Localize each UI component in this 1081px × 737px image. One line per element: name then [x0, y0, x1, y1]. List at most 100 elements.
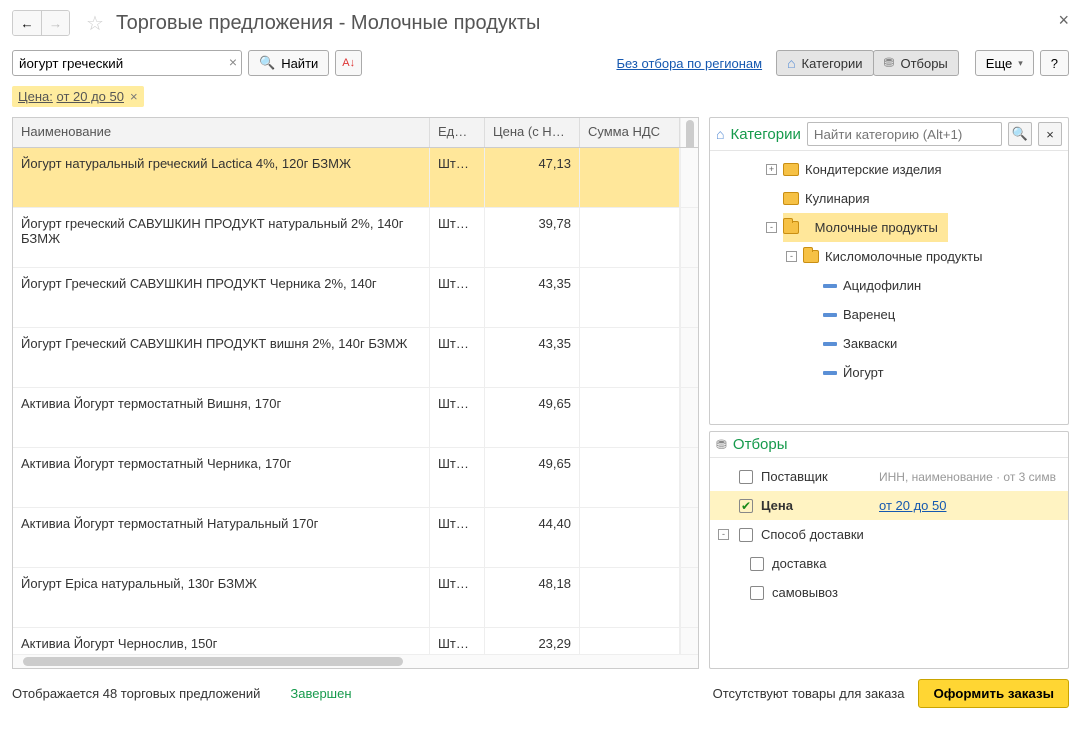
cell-price: 49,65	[485, 448, 580, 507]
cell-vat	[580, 208, 680, 267]
col-name[interactable]: Наименование	[13, 118, 430, 147]
horizontal-scrollbar[interactable]	[13, 654, 698, 668]
expand-icon[interactable]: -	[786, 251, 797, 262]
filter-row[interactable]: Ценаот 20 до 50	[710, 491, 1068, 520]
cell-price: 39,78	[485, 208, 580, 267]
item-icon	[823, 342, 837, 346]
grid-header: Наименование Ед… Цена (с НД… Сумма НДС	[13, 118, 698, 148]
cell-name: Активиа Йогурт Чернослив, 150г	[13, 628, 430, 654]
col-unit[interactable]: Ед…	[430, 118, 485, 147]
status-text: Завершен	[290, 686, 351, 701]
cell-name: Активиа Йогурт термостатный Вишня, 170г	[13, 388, 430, 447]
tree-item[interactable]: Ацидофилин	[710, 271, 1068, 300]
vertical-scrollbar[interactable]	[680, 118, 698, 147]
table-row[interactable]: Йогурт греческий САВУШКИН ПРОДУКТ натура…	[13, 208, 698, 268]
item-icon	[823, 284, 837, 288]
table-row[interactable]: Йогурт Греческий САВУШКИН ПРОДУКТ Черник…	[13, 268, 698, 328]
col-price[interactable]: Цена (с НД…	[485, 118, 580, 147]
cell-name: Йогурт греческий САВУШКИН ПРОДУКТ натура…	[13, 208, 430, 267]
folder-icon	[783, 221, 799, 234]
table-row[interactable]: Активиа Йогурт Чернослив, 150гШт…23,29	[13, 628, 698, 654]
checkbox[interactable]	[739, 528, 753, 542]
toggle-categories[interactable]: ⌂ Категории	[776, 50, 873, 76]
favorite-icon[interactable]: ☆	[86, 11, 104, 36]
tree-item[interactable]: -Кисломолочные продукты	[710, 242, 1068, 271]
cell-vat	[580, 268, 680, 327]
table-row[interactable]: Йогурт Греческий САВУШКИН ПРОДУКТ вишня …	[13, 328, 698, 388]
place-orders-button[interactable]: Оформить заказы	[918, 679, 1069, 708]
table-row[interactable]: Йогурт Epica натуральный, 130г БЗМЖШт…48…	[13, 568, 698, 628]
tree-item[interactable]: Варенец	[710, 300, 1068, 329]
active-filter-chip[interactable]: Цена: от 20 до 50 ×	[12, 86, 144, 107]
back-button[interactable]: ←	[13, 11, 41, 35]
home-icon[interactable]: ⌂	[716, 126, 724, 142]
category-search-input[interactable]	[807, 122, 1002, 146]
cell-unit: Шт…	[430, 388, 485, 447]
tree-item[interactable]: Закваски	[710, 329, 1068, 358]
filter-placeholder: ИНН, наименование · от 3 симв	[879, 470, 1060, 484]
expand-icon[interactable]: +	[766, 164, 777, 175]
cart-status: Отсутствуют товары для заказа	[713, 686, 905, 701]
search-icon: 🔍	[259, 55, 275, 71]
toggle-filters[interactable]: ⛃ Отборы	[873, 50, 959, 76]
nav-buttons: ← →	[12, 10, 70, 36]
close-categories-icon[interactable]: ×	[1038, 122, 1062, 146]
search-input[interactable]	[12, 50, 242, 76]
remove-chip-icon[interactable]: ×	[130, 89, 138, 104]
cell-unit: Шт…	[430, 208, 485, 267]
cell-price: 43,35	[485, 328, 580, 387]
filters-title: Отборы	[733, 436, 788, 453]
cell-name: Йогурт Греческий САВУШКИН ПРОДУКТ Черник…	[13, 268, 430, 327]
home-icon: ⌂	[787, 55, 795, 71]
expand-icon[interactable]: -	[766, 222, 777, 233]
cell-unit: Шт…	[430, 448, 485, 507]
clear-search-icon[interactable]: ×	[229, 54, 237, 70]
checkbox[interactable]	[750, 586, 764, 600]
cell-price: 23,29	[485, 628, 580, 654]
close-icon[interactable]: ×	[1058, 10, 1069, 31]
filter-icon: ⛃	[884, 55, 895, 71]
cell-vat	[580, 148, 680, 207]
cell-vat	[580, 568, 680, 627]
filter-row[interactable]: ПоставщикИНН, наименование · от 3 симв	[710, 462, 1068, 491]
item-icon	[823, 371, 837, 375]
checkbox[interactable]	[750, 557, 764, 571]
cell-vat	[580, 388, 680, 447]
cell-unit: Шт…	[430, 148, 485, 207]
table-row[interactable]: Активиа Йогурт термостатный Натуральный …	[13, 508, 698, 568]
filter-row[interactable]: самовывоз	[710, 578, 1068, 607]
checkbox[interactable]	[739, 499, 753, 513]
filter-row[interactable]: доставка	[710, 549, 1068, 578]
cell-name: Активиа Йогурт термостатный Черника, 170…	[13, 448, 430, 507]
more-button[interactable]: Еще ▾	[975, 50, 1034, 76]
sort-button[interactable]: А↓	[335, 50, 362, 76]
cell-vat	[580, 628, 680, 654]
category-search-button[interactable]: 🔍	[1008, 122, 1032, 146]
help-button[interactable]: ?	[1040, 50, 1069, 76]
table-row[interactable]: Активиа Йогурт термостатный Черника, 170…	[13, 448, 698, 508]
cell-unit: Шт…	[430, 508, 485, 567]
sort-icon: А↓	[342, 57, 355, 69]
tree-item[interactable]: Йогурт	[710, 358, 1068, 387]
expand-icon[interactable]: -	[718, 529, 729, 540]
cell-price: 49,65	[485, 388, 580, 447]
cell-vat	[580, 328, 680, 387]
col-vat[interactable]: Сумма НДС	[580, 118, 680, 147]
regions-link[interactable]: Без отбора по регионам	[616, 56, 762, 71]
filters-panel: ⛃ Отборы ПоставщикИНН, наименование · от…	[709, 431, 1069, 669]
tree-item[interactable]: - Молочные продукты	[710, 213, 1068, 242]
find-button[interactable]: 🔍 Найти	[248, 50, 329, 76]
categories-panel: ⌂ Категории 🔍 × +Кондитерские изделияКул…	[709, 117, 1069, 425]
tree-item[interactable]: +Кондитерские изделия	[710, 155, 1068, 184]
filter-row[interactable]: -Способ доставки	[710, 520, 1068, 549]
cell-name: Активиа Йогурт термостатный Натуральный …	[13, 508, 430, 567]
tree-item[interactable]: Кулинария	[710, 184, 1068, 213]
forward-button[interactable]: →	[41, 11, 69, 35]
table-row[interactable]: Йогурт натуральный греческий Lactica 4%,…	[13, 148, 698, 208]
cell-vat	[580, 448, 680, 507]
checkbox[interactable]	[739, 470, 753, 484]
page-title: Торговые предложения - Молочные продукты	[116, 12, 1069, 35]
filter-value-link[interactable]: от 20 до 50	[879, 498, 1060, 513]
table-row[interactable]: Активиа Йогурт термостатный Вишня, 170гШ…	[13, 388, 698, 448]
cell-price: 47,13	[485, 148, 580, 207]
